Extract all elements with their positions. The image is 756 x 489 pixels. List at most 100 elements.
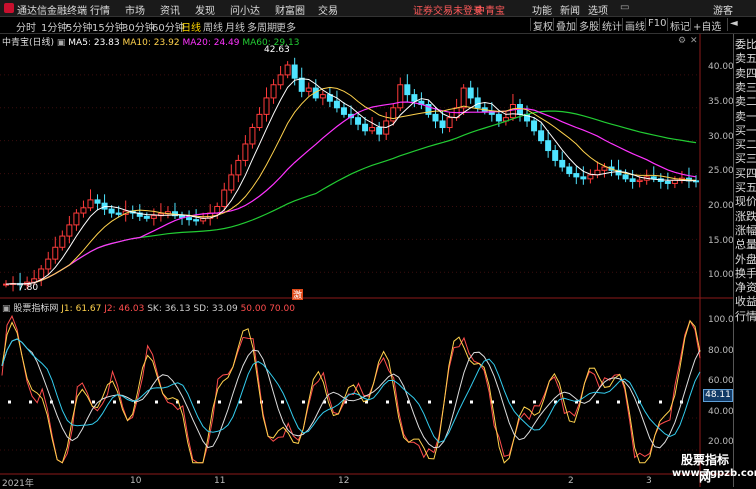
y-tick: 35.00 <box>708 97 734 107</box>
side-panel-item[interactable]: 买三 <box>735 152 756 165</box>
btn-fuquan[interactable]: 复权 <box>530 18 555 33</box>
side-panel-item[interactable]: 买五 <box>735 181 756 194</box>
candle-body <box>355 117 362 125</box>
period-fenshi[interactable]: 分时 <box>16 19 36 34</box>
menu-guest[interactable]: 游客 <box>713 2 733 17</box>
login-notice[interactable]: 证券交易未登录 <box>413 2 483 17</box>
kdj-level-dot <box>449 400 452 404</box>
kdj-j1-name: J1 <box>61 304 70 314</box>
candle-body <box>601 166 608 171</box>
x-tick: 12 <box>338 476 350 486</box>
candle-body <box>531 120 538 132</box>
period-daily[interactable]: 日线 <box>181 19 201 34</box>
side-panel-item[interactable]: 收益 <box>735 295 756 308</box>
period-60min[interactable]: 60分钟 <box>152 19 185 34</box>
candle-body <box>404 84 411 96</box>
menu-xuanxiang[interactable]: 选项 <box>588 2 608 17</box>
btn-tongji[interactable]: 统计 <box>599 18 624 33</box>
candle-body <box>446 117 453 129</box>
menu-zixun[interactable]: 资讯 <box>160 2 180 17</box>
ma60-line <box>5 110 697 285</box>
candle-body <box>270 84 277 99</box>
kdj-level-50: 50.00 <box>240 304 267 314</box>
candle-body <box>580 176 587 180</box>
x-tick: 10 <box>130 476 142 486</box>
btn-f10[interactable]: F10 <box>645 18 668 31</box>
menu-wenxiaoda[interactable]: 问小达 <box>230 2 260 17</box>
kdj-level-dot <box>470 400 473 404</box>
side-panel-item[interactable]: 卖五 <box>735 52 756 65</box>
side-panel-item[interactable]: 卖四 <box>735 67 756 80</box>
candle-body <box>94 199 101 204</box>
period-monthly[interactable]: 月线 <box>225 19 245 34</box>
side-panel-item[interactable]: 现价 <box>735 195 756 208</box>
chart-close-icon[interactable]: ✕ <box>690 36 698 46</box>
menu-hangqing[interactable]: 行情 <box>90 2 110 17</box>
side-panel-item[interactable]: 行情 <box>735 310 756 323</box>
side-panel-item[interactable]: 买二 <box>735 138 756 151</box>
kdj-level-dot <box>71 400 74 404</box>
kdj-y-tick: 100.0 <box>708 315 734 325</box>
period-weekly[interactable]: 周线 <box>203 19 223 34</box>
menu-faxian[interactable]: 发现 <box>195 2 215 17</box>
x-tick: 3 <box>646 476 652 486</box>
kdj-title: 股票指标网 <box>13 304 59 314</box>
period-more[interactable]: 更多 <box>276 19 296 34</box>
kdj-level-dot <box>617 400 620 404</box>
candle-body <box>432 113 439 122</box>
kdj-box-icon[interactable]: ▣ <box>2 304 11 314</box>
candle-body <box>38 268 45 280</box>
candle-body <box>474 97 481 109</box>
candle-body <box>664 180 671 184</box>
btn-biaoji[interactable]: 标记 <box>667 18 692 33</box>
btn-diejia[interactable]: 叠加 <box>553 18 578 33</box>
candle-body <box>538 130 545 142</box>
candle-body <box>319 94 326 99</box>
period-15min[interactable]: 15分钟 <box>92 19 125 34</box>
candle-body <box>108 208 115 214</box>
ma-box-icon[interactable]: ▣ <box>57 38 66 48</box>
menu-shichang[interactable]: 市场 <box>125 2 145 17</box>
menu-jiaoyi[interactable]: 交易 <box>318 2 338 17</box>
ma20-line <box>5 101 697 285</box>
kdj-j2-value: 46.03 <box>118 304 145 314</box>
ma20-name: MA20 <box>182 38 208 48</box>
menu-caifuquan[interactable]: 财富圈 <box>275 2 305 17</box>
kdj-j2-line <box>1 314 701 464</box>
btn-add-watchlist[interactable]: +自选 <box>690 18 723 33</box>
chart-settings-icon[interactable]: ⚙ <box>678 36 686 46</box>
candle-body <box>629 178 636 182</box>
side-panel-item[interactable]: 卖一 <box>735 110 756 123</box>
period-multi[interactable]: 多周期 <box>247 19 277 34</box>
candle-body <box>566 166 573 175</box>
btn-huaxian[interactable]: 画线 <box>622 18 647 33</box>
x-tick: 11 <box>214 476 226 486</box>
side-panel-item[interactable]: 卖二 <box>735 95 756 108</box>
side-panel-item[interactable]: 委比 <box>735 38 756 51</box>
kdj-header: ▣ 股票指标网 J1: 61.67 J2: 46.03 SK: 36.13 SD… <box>2 304 295 314</box>
side-panel-item[interactable]: 涨跌 <box>735 210 756 223</box>
side-panel-item[interactable]: 外盘 <box>735 253 756 266</box>
menu-gongneng[interactable]: 功能 <box>532 2 552 17</box>
side-panel-item[interactable]: 买四 <box>735 167 756 180</box>
candle-body <box>263 97 270 115</box>
side-panel-item[interactable]: 换手 <box>735 267 756 280</box>
kdj-level-dot <box>533 400 536 404</box>
candle-body <box>559 159 566 168</box>
window-minimize-icon[interactable]: ▭ <box>620 2 629 13</box>
side-panel-item[interactable]: 卖三 <box>735 81 756 94</box>
side-panel-item[interactable]: 涨幅 <box>735 224 756 237</box>
kdj-level-dot <box>281 400 284 404</box>
chart-area[interactable]: 42.63 7.80 激 <box>0 34 733 487</box>
side-panel-item[interactable]: 净资 <box>735 281 756 294</box>
menu-xinwen[interactable]: 新闻 <box>560 2 580 17</box>
btn-back-icon[interactable]: ◄ <box>727 18 740 31</box>
period-5min[interactable]: 5分钟 <box>66 19 92 34</box>
side-panel-item[interactable]: 买一 <box>735 124 756 137</box>
side-panel-item[interactable]: 总量 <box>735 238 756 251</box>
btn-duogu[interactable]: 多股 <box>576 18 601 33</box>
period-30min[interactable]: 30分钟 <box>122 19 155 34</box>
candle-body <box>291 64 298 79</box>
candle-body <box>115 212 122 215</box>
period-1min[interactable]: 1分钟 <box>41 19 67 34</box>
